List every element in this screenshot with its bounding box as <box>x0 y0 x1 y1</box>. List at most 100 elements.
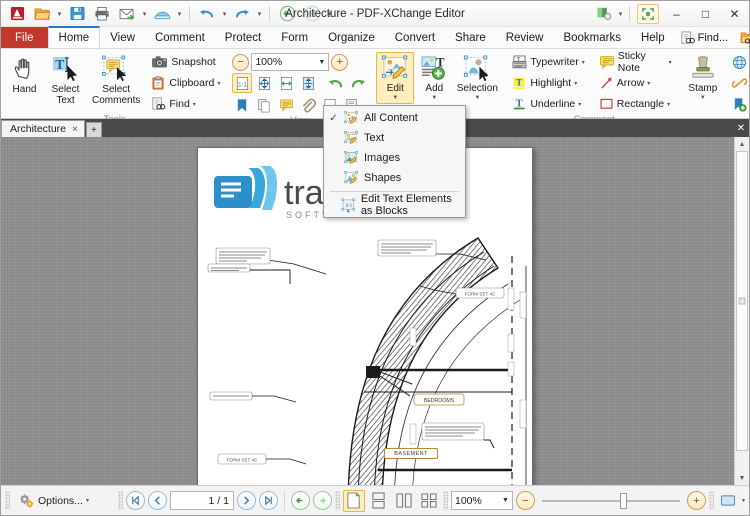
menu-item-review[interactable]: Review <box>496 27 554 48</box>
typewriter-button[interactable]: T Typewriter ▾ <box>508 52 588 72</box>
zoom-slider[interactable] <box>538 491 684 510</box>
rotate-right-icon[interactable] <box>348 73 368 93</box>
selection-caret-icon[interactable]: ▼ <box>474 95 480 101</box>
typewriter-caret-icon[interactable]: ▾ <box>582 59 585 66</box>
scroll-up-icon[interactable]: ▲ <box>735 137 749 151</box>
find-tool-button[interactable]: Find ▾ <box>147 94 224 114</box>
edit-content-dropdown-menu[interactable]: ✓ T All Content Text Images Shapes 0 1 E… <box>323 105 466 218</box>
fullscreen-button[interactable] <box>634 3 662 24</box>
dropdown-item-edit-blocks[interactable]: 0 1 Edit Text Elements as Blocks <box>324 193 465 217</box>
redo-icon[interactable] <box>230 3 254 25</box>
menu-item-file[interactable]: File <box>1 27 48 48</box>
navigate-back-button[interactable] <box>290 491 310 510</box>
arrow-button[interactable]: Arrow ▾ <box>595 73 676 93</box>
menu-item-form[interactable]: Form <box>271 27 318 48</box>
status-zoom-combobox[interactable]: 100% ▼ <box>450 491 513 510</box>
menu-item-bookmarks[interactable]: Bookmarks <box>553 27 631 48</box>
print-icon[interactable] <box>90 3 114 25</box>
last-page-button[interactable] <box>258 491 278 510</box>
menu-item-share[interactable]: Share <box>445 27 496 48</box>
status-zoom-in-button[interactable]: + <box>686 491 706 510</box>
minimize-button[interactable]: – <box>662 1 691 27</box>
dropdown-item-text[interactable]: Text <box>324 128 465 148</box>
new-tab-button[interactable]: + <box>85 122 102 137</box>
find-caret-icon[interactable]: ▾ <box>193 101 196 108</box>
search-button[interactable]: Search... <box>735 28 750 48</box>
clipboard-caret-icon[interactable]: ▾ <box>217 80 220 87</box>
menu-item-help[interactable]: Help <box>631 27 675 48</box>
page-number-field[interactable]: 1 / 1 <box>169 491 234 510</box>
hand-tool-button[interactable]: Hand <box>5 52 44 99</box>
dropdown-item-shapes[interactable]: Shapes <box>324 168 465 188</box>
customize-qat-caret-icon[interactable]: ▾ <box>616 3 625 25</box>
app-logo-icon[interactable] <box>5 3 29 25</box>
scrollbar-track[interactable] <box>735 151 749 471</box>
menu-item-protect[interactable]: Protect <box>215 27 271 48</box>
first-page-button[interactable] <box>125 491 145 510</box>
status-zoom-out-button[interactable]: − <box>515 491 535 510</box>
select-comments-button[interactable]: Select Comments <box>87 52 145 109</box>
highlight-caret-icon[interactable]: ▾ <box>574 80 577 87</box>
scrollbar-thumb[interactable] <box>736 151 748 451</box>
select-text-button[interactable]: T Select Text <box>46 52 85 109</box>
scan-icon[interactable] <box>150 3 174 25</box>
selection-tool-button[interactable]: Selection ▼ <box>454 52 500 104</box>
fit-width-icon[interactable] <box>276 73 296 93</box>
close-button[interactable]: ✕ <box>720 1 749 27</box>
zoom-in-button[interactable]: + <box>331 53 349 71</box>
vertical-scrollbar[interactable]: ▲ ▼ <box>734 137 749 485</box>
redo-caret-icon[interactable]: ▾ <box>255 3 264 25</box>
arrow-caret-icon[interactable]: ▾ <box>647 80 650 87</box>
open-icon[interactable] <box>30 3 54 25</box>
undo-caret-icon[interactable]: ▾ <box>220 3 229 25</box>
bookmarks-pane-icon[interactable] <box>232 95 252 115</box>
add-bookmark-button[interactable]: Add Bookmark <box>728 94 750 114</box>
two-pages-icon[interactable] <box>393 490 415 512</box>
navigate-forward-button[interactable] <box>312 491 332 510</box>
status-zoom-caret-icon[interactable]: ▼ <box>502 497 509 504</box>
stamp-button[interactable]: Stamp ▼ <box>686 52 720 104</box>
document-tab-architecture[interactable]: Architecture × <box>1 120 85 137</box>
undo-icon[interactable] <box>195 3 219 25</box>
find-button[interactable]: Find... <box>675 28 734 48</box>
fullscreen-icon[interactable] <box>637 3 659 24</box>
web-links-button[interactable]: Web Links ▾ <box>728 52 750 72</box>
underline-caret-icon[interactable]: ▾ <box>578 101 581 108</box>
highlight-button[interactable]: T Highlight ▾ <box>508 73 588 93</box>
create-link-button[interactable]: Create Link <box>728 73 750 93</box>
zoom-combobox[interactable]: 100% ▼ <box>251 53 330 71</box>
zoom-caret-icon[interactable]: ▼ <box>318 59 325 66</box>
email-caret-icon[interactable]: ▾ <box>140 3 149 25</box>
zoom-out-button[interactable]: − <box>232 53 250 71</box>
add-content-caret-icon[interactable]: ▼ <box>431 95 437 101</box>
continuous-icon[interactable] <box>368 490 390 512</box>
single-page-icon[interactable] <box>342 489 365 512</box>
sticky-note-caret-icon[interactable]: ▾ <box>669 59 672 66</box>
save-icon[interactable] <box>65 3 89 25</box>
menu-item-comment[interactable]: Comment <box>145 27 215 48</box>
rectangle-button[interactable]: Rectangle ▾ <box>595 94 676 114</box>
two-pages-continuous-icon[interactable] <box>418 490 440 512</box>
open-caret-icon[interactable]: ▾ <box>55 3 64 25</box>
menu-item-home[interactable]: Home <box>47 26 101 48</box>
customize-qat-icon[interactable] <box>592 3 616 25</box>
add-content-button[interactable]: T Add ▼ <box>416 52 452 104</box>
fit-visible-caret-icon[interactable]: ▾ <box>742 497 745 504</box>
scan-caret-icon[interactable]: ▾ <box>175 3 184 25</box>
edit-content-button[interactable]: T Edit ▼ <box>376 52 415 104</box>
forward-icon[interactable] <box>300 3 324 25</box>
sticky-note-button[interactable]: Sticky Note ▾ <box>595 50 676 74</box>
nav-caret-icon[interactable]: ▾ <box>325 3 334 25</box>
rectangle-caret-icon[interactable]: ▾ <box>667 101 670 108</box>
fit-visible-status-icon[interactable] <box>717 490 739 512</box>
menu-item-view[interactable]: View <box>100 27 145 48</box>
dropdown-item-all-content[interactable]: ✓ T All Content <box>324 108 465 128</box>
close-document-button[interactable]: ✕ <box>733 120 749 137</box>
fit-page-icon[interactable] <box>254 73 274 93</box>
options-button[interactable]: Options... ▾ <box>13 490 94 512</box>
snapshot-button[interactable]: Snapshot <box>147 52 224 72</box>
clipboard-button[interactable]: Clipboard ▾ <box>147 73 224 93</box>
edit-content-caret-icon[interactable]: ▼ <box>392 95 398 101</box>
email-icon[interactable] <box>115 3 139 25</box>
zoom-slider-knob[interactable] <box>619 492 627 509</box>
